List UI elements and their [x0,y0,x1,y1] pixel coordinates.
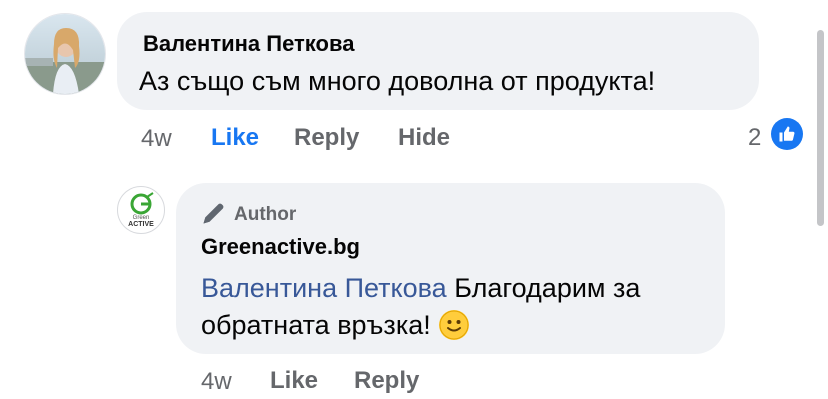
reply-text: Валентина Петкова Благодарим за обратнат… [201,270,711,344]
reply-author[interactable]: Greenactive.bg [201,234,360,260]
comment-text: Аз също съм много доволна от продукта! [139,66,656,96]
greenactive-logo: Green ACTIVE [128,192,154,228]
page-avatar[interactable]: Green ACTIVE [117,186,165,234]
comment-author[interactable]: Валентина Петкова [143,31,354,57]
like-button[interactable]: Like [211,124,259,152]
like-thumb-icon[interactable] [771,118,803,150]
pencil-icon [200,199,228,232]
reply-like-button[interactable]: Like [270,367,318,395]
reply-button[interactable]: Reply [294,124,359,152]
reaction-count[interactable]: 2 [748,124,761,152]
avatar[interactable] [24,13,106,95]
reply-reply-button[interactable]: Reply [354,367,419,395]
reply-timestamp[interactable]: 4w [201,368,232,396]
profile-photo [25,14,105,94]
mention-link[interactable]: Валентина Петкова [201,273,447,303]
hide-button[interactable]: Hide [398,124,450,152]
scrollbar[interactable] [817,30,824,226]
author-badge: Author [234,204,297,225]
logo-text-bottom: ACTIVE [128,221,154,228]
comment-timestamp[interactable]: 4w [141,125,172,153]
smiley-emoji-icon [438,310,469,340]
